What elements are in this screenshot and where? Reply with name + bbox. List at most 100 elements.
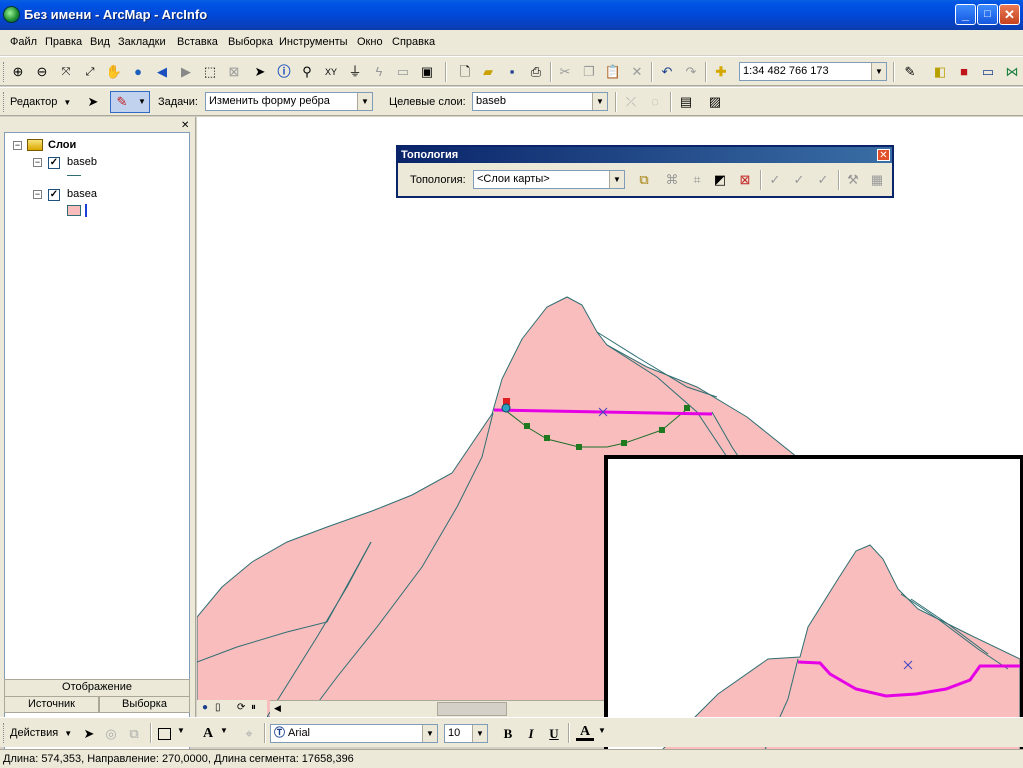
select-elements-arrow-icon[interactable]: ➤ — [251, 63, 269, 81]
copy-icon[interactable]: ❐ — [580, 63, 598, 81]
add-data-icon[interactable]: ✚ — [712, 63, 730, 81]
chevron-down-icon[interactable]: ▼ — [609, 171, 624, 188]
menu-bookmarks[interactable]: Закладки — [118, 36, 166, 48]
layer-checkbox-baseb[interactable]: ✓ — [48, 157, 60, 169]
select-features-icon[interactable]: ⬚ — [201, 63, 219, 81]
refresh-icon[interactable]: ⟳ — [237, 702, 245, 713]
identify-icon[interactable]: ⓘ — [275, 63, 293, 81]
sketch-tool-button[interactable]: ✎ ▼ — [110, 91, 150, 113]
polygon-symbol-icon[interactable] — [67, 205, 81, 216]
font-color-button[interactable]: A — [576, 723, 594, 741]
layer-checkbox-basea[interactable]: ✓ — [48, 189, 60, 201]
layer-name-basea[interactable]: basea — [67, 188, 97, 200]
validate-extent-icon[interactable]: ✓ — [766, 171, 784, 189]
create-viewer-icon[interactable]: ▣ — [418, 63, 436, 81]
close-button[interactable]: ✕ — [999, 4, 1020, 25]
italic-button[interactable]: I — [522, 725, 540, 743]
zoom-whole-page-icon[interactable]: ⧉ — [125, 725, 143, 743]
tab-display[interactable]: Отображение — [4, 679, 190, 696]
font-size-combo[interactable]: 10 ▼ — [444, 724, 488, 743]
rotate-icon[interactable]: ◎ — [102, 725, 120, 743]
layout-view-icon[interactable]: ▯ — [215, 702, 221, 713]
map-topology-icon[interactable]: ⧉ — [635, 171, 653, 189]
edit-vertices-icon[interactable]: ⌖ — [240, 725, 258, 743]
drawing-actions-button[interactable]: Действия ▼ — [10, 727, 72, 739]
cut-icon[interactable]: ✂ — [556, 63, 574, 81]
construct-features-icon[interactable]: ◩ — [711, 171, 729, 189]
topology-window-title[interactable]: Топология — [398, 147, 892, 163]
chevron-down-icon[interactable]: ▼ — [472, 725, 487, 742]
pan-hand-icon[interactable]: ✋ — [105, 63, 123, 81]
rotate-tool-icon[interactable]: ◌ — [646, 93, 664, 111]
clear-selection-icon[interactable]: ⊠ — [225, 63, 243, 81]
data-view-globe-icon[interactable]: ● — [202, 702, 208, 713]
menu-selection[interactable]: Выборка — [228, 36, 273, 48]
zoom-out-icon[interactable]: ⊖ — [33, 63, 51, 81]
redo-icon[interactable]: ↷ — [682, 63, 700, 81]
chevron-down-icon[interactable]: ▼ — [592, 93, 607, 110]
menu-window[interactable]: Окно — [357, 36, 383, 48]
map-scale-combo[interactable]: 1:34 482 766 173 ▼ — [739, 62, 887, 81]
scroll-left-icon[interactable]: ◀ — [274, 703, 281, 714]
attributes-icon[interactable]: ▤ — [677, 93, 695, 111]
new-text-icon[interactable]: A — [199, 725, 217, 743]
fix-topology-error-icon[interactable]: ⚒ — [844, 171, 862, 189]
chevron-down-icon[interactable]: ▼ — [220, 726, 228, 735]
back-extent-icon[interactable]: ◀ — [153, 63, 171, 81]
close-icon[interactable]: ✕ — [181, 120, 189, 131]
measure-icon[interactable]: ⏚ — [346, 63, 364, 81]
find-binoculars-icon[interactable]: ⚲ — [298, 63, 316, 81]
show-shared-features-icon[interactable]: ⌗ — [688, 171, 706, 189]
collapse-icon[interactable]: − — [33, 190, 42, 199]
full-extent-globe-icon[interactable]: ● — [129, 63, 147, 81]
editor-toolbar-icon[interactable]: ✎ — [901, 63, 919, 81]
pause-icon[interactable]: ⏸ — [251, 702, 256, 713]
minimize-button[interactable]: _ — [955, 4, 976, 25]
undo-icon[interactable]: ↶ — [658, 63, 676, 81]
hyperlink-icon[interactable]: ϟ — [370, 63, 388, 81]
font-combo[interactable]: Ⓣ Arial ▼ — [270, 724, 438, 743]
html-popup-icon[interactable]: ▭ — [394, 63, 412, 81]
menu-help[interactable]: Справка — [392, 36, 435, 48]
layer-name-baseb[interactable]: baseb — [67, 156, 97, 168]
title-bar[interactable]: Без имени - ArcMap - ArcInfo _ □ ✕ — [0, 0, 1023, 30]
scroll-thumb[interactable] — [437, 702, 507, 716]
forward-extent-icon[interactable]: ▶ — [177, 63, 195, 81]
chevron-down-icon[interactable]: ▼ — [177, 726, 185, 735]
task-combo[interactable]: Изменить форму ребра ▼ — [205, 92, 373, 111]
validate-visible-icon[interactable]: ✓ — [790, 171, 808, 189]
error-inspector-icon[interactable]: ▦ — [868, 171, 886, 189]
chevron-down-icon[interactable]: ▼ — [357, 93, 372, 110]
fixed-zoom-in-icon[interactable]: ⤧ — [57, 63, 75, 81]
planarize-lines-icon[interactable]: ⊠ — [736, 171, 754, 189]
editor-menu-button[interactable]: Редактор ▼ — [10, 96, 71, 108]
bold-button[interactable]: B — [499, 725, 517, 743]
menu-insert[interactable]: Вставка — [177, 36, 218, 48]
print-icon[interactable]: ⎙ — [527, 63, 545, 81]
arccatalog-icon[interactable]: ◧ — [931, 63, 949, 81]
collapse-icon[interactable]: − — [13, 141, 22, 150]
select-elements-arrow-icon[interactable]: ➤ — [80, 725, 98, 743]
tab-selection[interactable]: Выборка — [99, 696, 190, 713]
maximize-button[interactable]: □ — [977, 4, 998, 25]
rectangle-icon[interactable] — [158, 728, 171, 740]
sketch-properties-icon[interactable]: ▨ — [706, 93, 724, 111]
open-folder-icon[interactable]: ▰ — [479, 63, 497, 81]
chevron-down-icon[interactable]: ▼ — [598, 726, 606, 735]
tab-source[interactable]: Источник — [4, 696, 99, 713]
chevron-down-icon[interactable]: ▼ — [422, 725, 437, 742]
zoom-in-icon[interactable]: ⊕ — [9, 63, 27, 81]
topology-combo[interactable]: <Слои карты> ▼ — [473, 170, 625, 189]
menu-file[interactable]: Файл — [10, 36, 37, 48]
layers-root-label[interactable]: Слои — [48, 139, 76, 151]
horizontal-scrollbar[interactable]: ◀ — [270, 700, 606, 717]
new-document-icon[interactable]: 🗋 — [456, 63, 474, 81]
arctoolbox-icon[interactable]: ■ — [955, 63, 973, 81]
menu-view[interactable]: Вид — [90, 36, 110, 48]
edit-tool-arrow-icon[interactable]: ➤ — [84, 93, 102, 111]
collapse-icon[interactable]: − — [33, 158, 42, 167]
menu-edit[interactable]: Правка — [45, 36, 82, 48]
underline-button[interactable]: U — [545, 725, 563, 743]
paste-icon[interactable]: 📋 — [604, 63, 622, 81]
validate-all-icon[interactable]: ✓ — [814, 171, 832, 189]
